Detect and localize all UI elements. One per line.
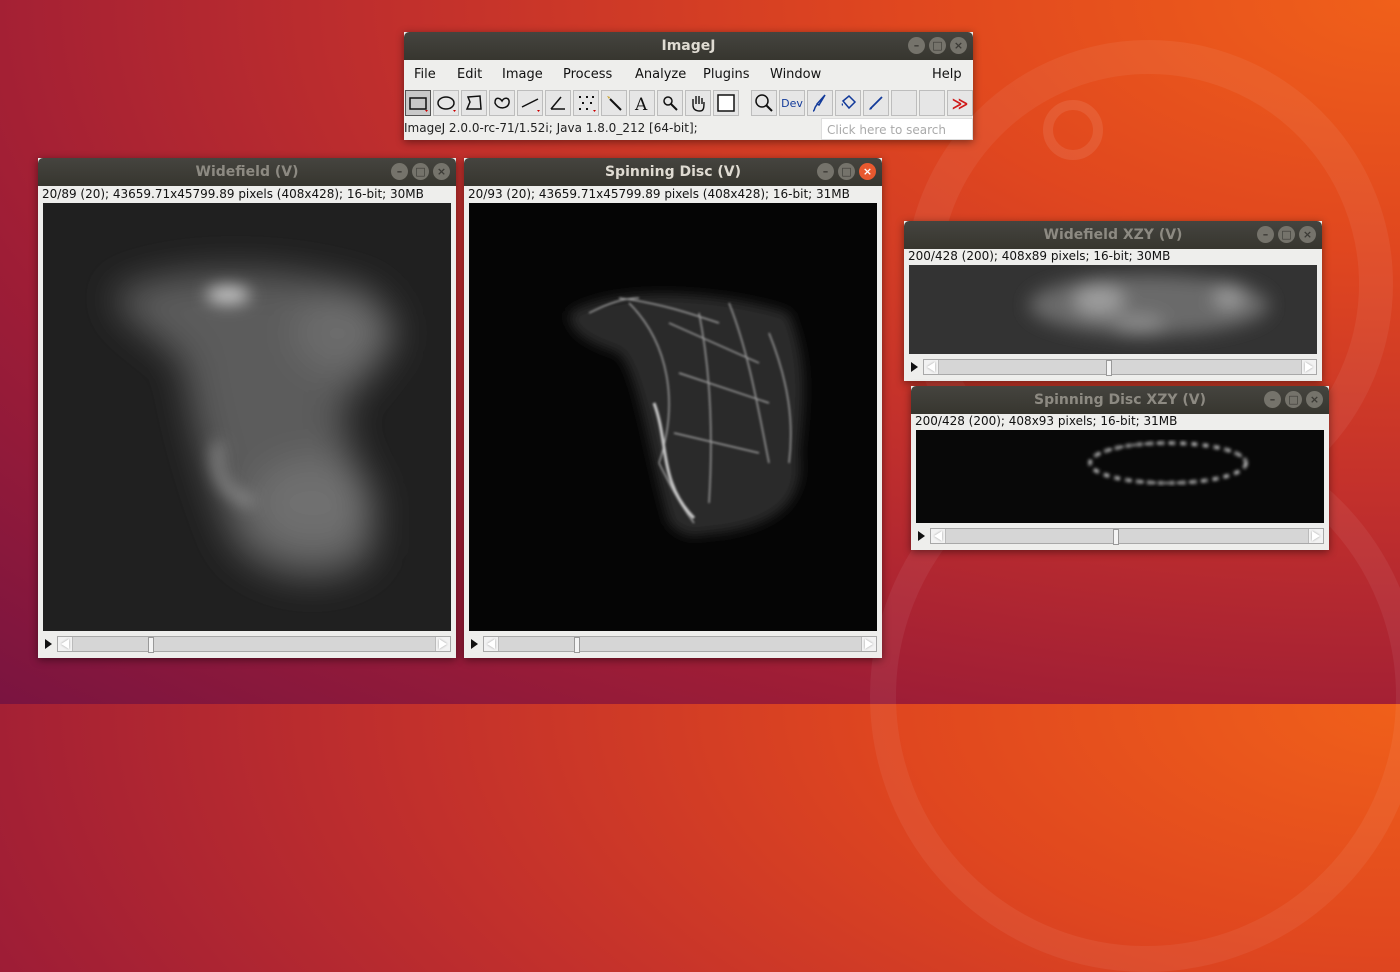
- spinning-disc-xzy-image-canvas[interactable]: [916, 430, 1324, 523]
- menu-analyze[interactable]: Analyze: [635, 67, 686, 82]
- angle-tool[interactable]: [545, 90, 571, 116]
- svg-text:A: A: [634, 95, 648, 113]
- maximize-icon[interactable]: □: [1285, 391, 1302, 408]
- spinning-disc-xzy-window: Spinning Disc XZY (V) – □ × 200/428 (200…: [911, 386, 1329, 550]
- text-tool[interactable]: A: [629, 90, 655, 116]
- wand-tool[interactable]: [601, 90, 627, 116]
- maximize-icon[interactable]: □: [838, 163, 855, 180]
- window-title: Spinning Disc (V): [604, 164, 742, 180]
- status-line: ImageJ 2.0.0-rc-71/1.52i; Java 1.8.0_212…: [404, 118, 973, 142]
- menu-file[interactable]: File: [414, 67, 436, 82]
- image-info: 200/428 (200); 408x93 pixels; 16-bit; 31…: [915, 414, 1178, 428]
- spinning-disc-titlebar[interactable]: Spinning Disc (V) – □ ×: [464, 158, 882, 186]
- line-tool[interactable]: [517, 90, 543, 116]
- image-info: 20/93 (20); 43659.71x45799.89 pixels (40…: [468, 187, 850, 201]
- slider-left-arrow-icon[interactable]: [58, 637, 73, 651]
- slider-left-arrow-icon[interactable]: [931, 529, 946, 543]
- slider-thumb[interactable]: [574, 637, 580, 653]
- tool-bar: A Dev ≫: [405, 88, 973, 118]
- minimize-icon[interactable]: –: [391, 163, 408, 180]
- widefield-titlebar[interactable]: Widefield (V) – □ ×: [38, 158, 456, 186]
- widefield-xzy-image: [909, 265, 1317, 354]
- window-title: ImageJ: [661, 38, 716, 54]
- spinning-disc-cell-image: [569, 294, 804, 536]
- dev-label: Dev: [781, 96, 803, 110]
- slider-thumb[interactable]: [1113, 529, 1119, 545]
- developer-menu[interactable]: Dev: [779, 90, 805, 116]
- oval-tool[interactable]: [433, 90, 459, 116]
- widefield-xzy-titlebar[interactable]: Widefield XZY (V) – □ ×: [904, 221, 1322, 249]
- slider-left-arrow-icon[interactable]: [484, 637, 499, 651]
- menu-edit[interactable]: Edit: [457, 67, 482, 82]
- close-icon[interactable]: ×: [859, 163, 876, 180]
- empty-tool-slot[interactable]: [891, 90, 917, 116]
- image-info: 20/89 (20); 43659.71x45799.89 pixels (40…: [42, 187, 424, 201]
- zoom-tool[interactable]: [751, 90, 777, 116]
- widefield-xzy-window: Widefield XZY (V) – □ × 200/428 (200); 4…: [904, 221, 1322, 381]
- maximize-icon[interactable]: □: [1278, 226, 1295, 243]
- play-icon[interactable]: [911, 362, 918, 372]
- brush-tool[interactable]: [807, 90, 833, 116]
- minimize-icon[interactable]: –: [908, 37, 925, 54]
- slider-right-arrow-icon[interactable]: [861, 637, 876, 651]
- freehand-tool[interactable]: [489, 90, 515, 116]
- widefield-image-canvas[interactable]: [43, 203, 451, 631]
- stack-slider[interactable]: [45, 635, 451, 653]
- empty-tool-slot[interactable]: [919, 90, 945, 116]
- close-icon[interactable]: ×: [950, 37, 967, 54]
- imagej-main-window: ImageJ – □ × File Edit Image Process Ana…: [404, 32, 973, 140]
- menu-image[interactable]: Image: [502, 67, 543, 82]
- play-icon[interactable]: [918, 531, 925, 541]
- widefield-xzy-image-canvas[interactable]: [909, 265, 1317, 354]
- more-tools-icon[interactable]: ≫: [947, 90, 973, 116]
- spinning-disc-image-canvas[interactable]: [469, 203, 877, 631]
- slider-thumb[interactable]: [148, 637, 154, 653]
- maximize-icon[interactable]: □: [412, 163, 429, 180]
- menu-plugins[interactable]: Plugins: [703, 67, 750, 82]
- slider-left-arrow-icon[interactable]: [924, 360, 939, 374]
- play-icon[interactable]: [471, 639, 478, 649]
- pencil-tool[interactable]: [863, 90, 889, 116]
- color-picker-tool[interactable]: [713, 90, 739, 116]
- menu-bar: File Edit Image Process Analyze Plugins …: [404, 62, 973, 88]
- widefield-cell-image: [43, 203, 451, 631]
- multipoint-tool[interactable]: [573, 90, 599, 116]
- close-icon[interactable]: ×: [433, 163, 450, 180]
- spinning-disc-window: Spinning Disc (V) – □ × 20/93 (20); 4365…: [464, 158, 882, 658]
- rectangle-tool[interactable]: [405, 90, 431, 116]
- polygon-tool[interactable]: [461, 90, 487, 116]
- play-icon[interactable]: [45, 639, 52, 649]
- slider-right-arrow-icon[interactable]: [1308, 529, 1323, 543]
- flood-fill-tool[interactable]: [835, 90, 861, 116]
- window-title: Widefield XZY (V): [1043, 227, 1183, 243]
- slider-thumb[interactable]: [1106, 360, 1112, 376]
- magnifier-tool[interactable]: [657, 90, 683, 116]
- spinning-disc-xzy-image: [1088, 441, 1248, 485]
- close-icon[interactable]: ×: [1306, 391, 1323, 408]
- slider-right-arrow-icon[interactable]: [1301, 360, 1316, 374]
- menu-window[interactable]: Window: [770, 67, 821, 82]
- widefield-window: Widefield (V) – □ × 20/89 (20); 43659.71…: [38, 158, 456, 658]
- image-info: 200/428 (200); 408x89 pixels; 16-bit; 30…: [908, 249, 1171, 263]
- window-title: Spinning Disc XZY (V): [1033, 392, 1206, 408]
- status-text: ImageJ 2.0.0-rc-71/1.52i; Java 1.8.0_212…: [404, 121, 698, 135]
- close-icon[interactable]: ×: [1299, 226, 1316, 243]
- wallpaper-dot: [1043, 100, 1103, 160]
- menu-process[interactable]: Process: [563, 67, 612, 82]
- hand-tool[interactable]: [685, 90, 711, 116]
- maximize-icon[interactable]: □: [929, 37, 946, 54]
- minimize-icon[interactable]: –: [1264, 391, 1281, 408]
- minimize-icon[interactable]: –: [817, 163, 834, 180]
- menu-help[interactable]: Help: [932, 67, 962, 82]
- stack-slider[interactable]: [471, 635, 877, 653]
- minimize-icon[interactable]: –: [1257, 226, 1274, 243]
- slider-right-arrow-icon[interactable]: [435, 637, 450, 651]
- spinning-disc-xzy-titlebar[interactable]: Spinning Disc XZY (V) – □ ×: [911, 386, 1329, 414]
- search-field[interactable]: Click here to search: [821, 118, 973, 140]
- stack-slider[interactable]: [918, 527, 1324, 545]
- window-title: Widefield (V): [195, 164, 299, 180]
- stack-slider[interactable]: [911, 358, 1317, 376]
- imagej-titlebar[interactable]: ImageJ – □ ×: [404, 32, 973, 60]
